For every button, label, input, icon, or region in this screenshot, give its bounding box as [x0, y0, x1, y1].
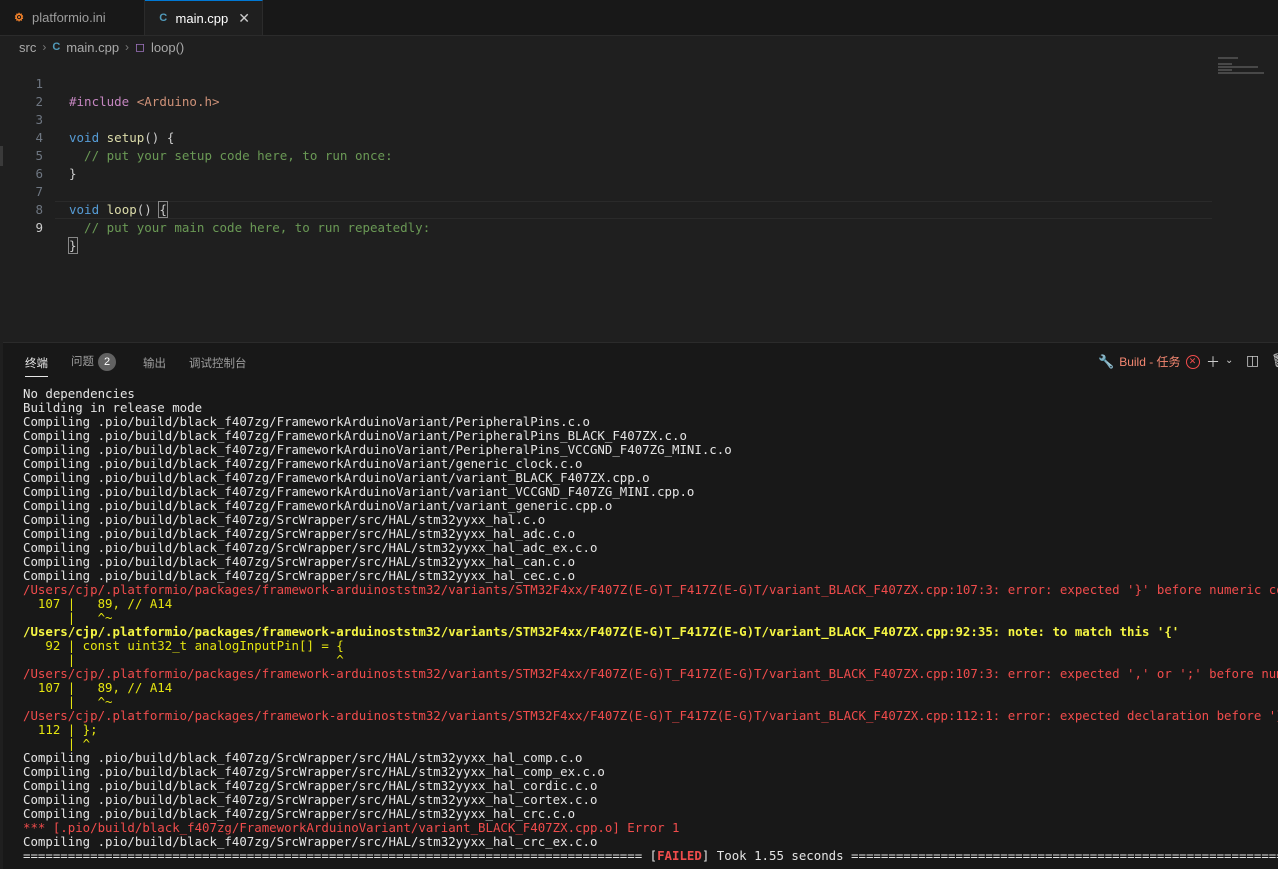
code-line-3: 3 void setup() {	[35, 112, 175, 145]
code-line-7: 7 void loop() {	[35, 184, 168, 218]
cpp-file-icon: C	[159, 12, 168, 24]
failed-label: FAILED	[657, 849, 702, 863]
add-terminal-icon[interactable]: ＋	[1206, 352, 1220, 372]
terminal-line: | ^	[23, 737, 91, 751]
terminal-line: /Users/cjp/.platformio/packages/framewor…	[23, 709, 1278, 723]
terminal-line: Compiling .pio/build/black_f407zg/SrcWra…	[23, 541, 598, 555]
breadcrumb: src › C main.cpp › ◻ loop()	[19, 38, 184, 56]
terminal-line: Compiling .pio/build/black_f407zg/Framew…	[23, 443, 732, 457]
code-line-4: 4 // put your setup code here, to run on…	[35, 130, 393, 163]
code-editor[interactable]: 1 #include <Arduino.h> 2 3 void setup() …	[0, 56, 1278, 342]
terminal-output[interactable]: No dependencies Building in release mode C…	[23, 387, 1278, 863]
minimap[interactable]	[1218, 56, 1268, 76]
task-label: Build - 任务	[1119, 355, 1181, 369]
terminal-line: Compiling .pio/build/black_f407zg/SrcWra…	[23, 527, 576, 541]
terminal-line: /Users/cjp/.platformio/packages/framewor…	[23, 583, 1278, 597]
panel-tab-bar: 终端 问题2 输出 调试控制台 🔧 Build - 任务 ✕ ＋ ⌄ ◫ 🗑	[3, 343, 1278, 381]
terminal-line: Compiling .pio/build/black_f407zg/SrcWra…	[23, 793, 598, 807]
terminal-line: 92 | const uint32_t analogInputPin[] = {	[23, 639, 344, 653]
tools-icon: 🔧	[1098, 353, 1115, 369]
terminal-line: Building in release mode	[23, 401, 203, 415]
tab-main-cpp[interactable]: C main.cpp ✕	[145, 0, 263, 35]
terminal-line: | ^~	[23, 695, 113, 709]
terminal-line: 107 | 89, // A14	[23, 597, 173, 611]
trash-icon[interactable]: 🗑	[1271, 352, 1278, 369]
chevron-right-icon: ›	[125, 40, 130, 54]
bottom-panel: 终端 问题2 输出 调试控制台 🔧 Build - 任务 ✕ ＋ ⌄ ◫ 🗑 N…	[3, 342, 1278, 869]
breadcrumb-file[interactable]: main.cpp	[66, 40, 119, 55]
editor-tab-bar: ⚙ platformio.ini C main.cpp ✕	[0, 0, 1278, 36]
current-line-highlight	[55, 201, 1212, 219]
problems-count-badge: 2	[98, 353, 116, 371]
code-line-2: 2	[35, 94, 43, 109]
error-circle-icon: ✕	[1185, 354, 1200, 369]
terminal-line: No dependencies	[23, 387, 135, 401]
tab-problems[interactable]: 问题 2	[71, 353, 116, 371]
chevron-down-icon[interactable]: ⌄	[1225, 355, 1233, 366]
code-line-1: 1 #include <Arduino.h>	[35, 76, 220, 109]
method-icon: ◻	[135, 40, 146, 54]
terminal-line: Compiling .pio/build/black_f407zg/Framew…	[23, 485, 695, 499]
code-line-9: 9 }	[35, 220, 78, 254]
terminal-line: Compiling .pio/build/black_f407zg/SrcWra…	[23, 807, 576, 821]
terminal-line: Compiling .pio/build/black_f407zg/SrcWra…	[23, 513, 546, 527]
platformio-icon: ⚙	[14, 12, 24, 24]
cpp-file-icon: C	[52, 41, 61, 53]
terminal-line: /Users/cjp/.platformio/packages/framewor…	[23, 667, 1278, 681]
terminal-line: | ^	[23, 653, 344, 667]
chevron-right-icon: ›	[42, 40, 47, 54]
task-selector[interactable]: 🔧 Build - 任务 ✕	[1098, 353, 1200, 370]
tab-platformio-ini[interactable]: ⚙ platformio.ini	[0, 0, 145, 35]
breadcrumb-folder[interactable]: src	[19, 40, 36, 55]
terminal-line: Compiling .pio/build/black_f407zg/SrcWra…	[23, 779, 598, 793]
terminal-line: Compiling .pio/build/black_f407zg/SrcWra…	[23, 751, 583, 765]
terminal-line: Compiling .pio/build/black_f407zg/Framew…	[23, 429, 687, 443]
terminal-line: Compiling .pio/build/black_f407zg/SrcWra…	[23, 569, 576, 583]
terminal-line: Compiling .pio/build/black_f407zg/SrcWra…	[23, 835, 598, 849]
close-icon[interactable]: ✕	[238, 10, 250, 27]
terminal-status-line: ========================================…	[23, 849, 1278, 863]
code-line-6: 6	[35, 166, 43, 181]
terminal-line: *** [.pio/build/black_f407zg/FrameworkAr…	[23, 821, 680, 835]
terminal-line: Compiling .pio/build/black_f407zg/SrcWra…	[23, 555, 576, 569]
tab-debug-console[interactable]: 调试控制台	[189, 355, 247, 371]
split-terminal-icon[interactable]: ◫	[1246, 352, 1259, 369]
tab-label: platformio.ini	[32, 10, 106, 25]
terminal-line: Compiling .pio/build/black_f407zg/Framew…	[23, 471, 650, 485]
terminal-line: | ^~	[23, 611, 113, 625]
terminal-line: Compiling .pio/build/black_f407zg/Framew…	[23, 415, 590, 429]
tab-output[interactable]: 输出	[143, 355, 166, 371]
terminal-line: Compiling .pio/build/black_f407zg/Framew…	[23, 457, 583, 471]
terminal-line: Compiling .pio/build/black_f407zg/SrcWra…	[23, 765, 605, 779]
terminal-line: Compiling .pio/build/black_f407zg/Framew…	[23, 499, 613, 513]
tab-label: main.cpp	[175, 10, 229, 26]
tab-terminal[interactable]: 终端	[25, 355, 48, 377]
terminal-line: 107 | 89, // A14	[23, 681, 173, 695]
terminal-line: /Users/cjp/.platformio/packages/framewor…	[23, 625, 1180, 639]
terminal-line: 112 | };	[23, 723, 98, 737]
code-line-8: 8 // put your main code here, to run rep…	[35, 202, 431, 235]
code-line-5: 5 }	[35, 148, 77, 181]
breadcrumb-symbol[interactable]: loop()	[151, 40, 184, 55]
